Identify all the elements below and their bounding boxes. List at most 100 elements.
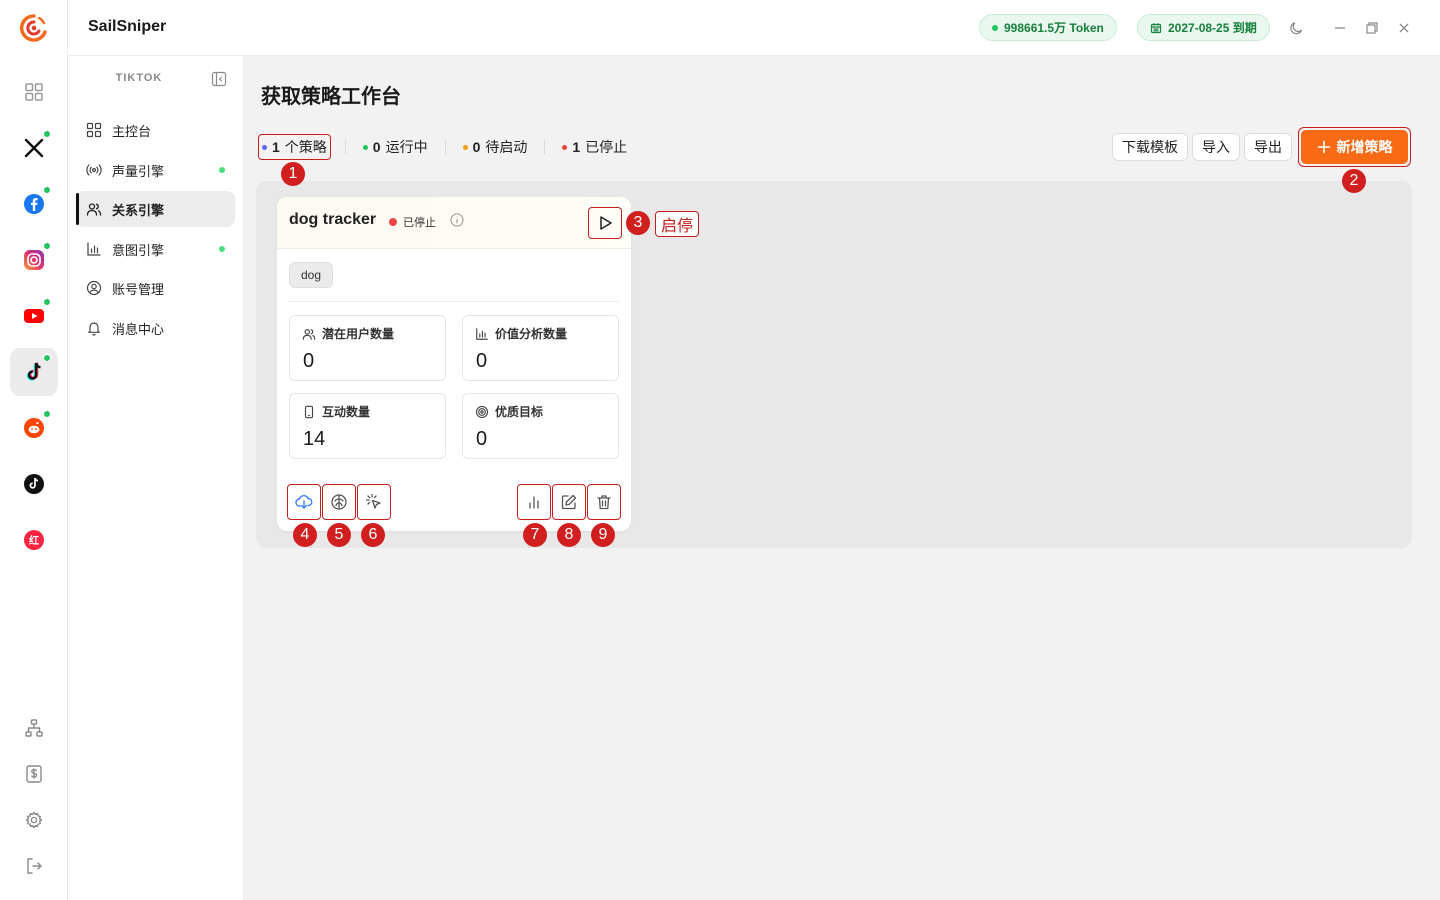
status-dot	[43, 186, 51, 194]
annotation-marker: 4	[293, 523, 317, 547]
start-stop-button[interactable]	[588, 207, 622, 239]
status-dot	[262, 144, 267, 150]
rail-item-reddit[interactable]	[10, 404, 58, 452]
sidebar-item-label: 意图引擎	[112, 242, 165, 258]
annotation-marker: 6	[361, 523, 385, 547]
top-bar: SailSniper 998661.5万 Token 2027-08-25 到期	[68, 0, 1440, 56]
stat-label: 运行中	[385, 139, 428, 155]
stat-stopped[interactable]: 1 已停止	[559, 137, 630, 157]
add-strategy-button[interactable]: 新增策略	[1298, 127, 1411, 167]
status-dot	[562, 144, 568, 150]
rail-item-instagram[interactable]	[10, 236, 58, 284]
edit-icon	[561, 494, 577, 510]
rail-item-x[interactable]	[10, 124, 58, 172]
metric-quality-targets[interactable]: 优质目标 0	[462, 393, 619, 459]
target-icon	[475, 405, 489, 418]
info-icon[interactable]	[449, 212, 465, 228]
metric-interactions[interactable]: 互动数量 14	[289, 393, 446, 459]
statistics-button[interactable]	[517, 484, 551, 520]
sidebar-collapse-icon[interactable]	[211, 71, 227, 87]
theme-moon-icon[interactable]	[1287, 18, 1307, 38]
cursor-click-icon	[365, 493, 381, 509]
divider	[544, 140, 546, 154]
rail-item-tiktok-alt[interactable]	[10, 460, 58, 508]
metric-value: 0	[303, 350, 315, 372]
xiaohongshu-logo-text: 红	[29, 536, 39, 547]
sidebar-item-label: 账号管理	[112, 281, 165, 297]
edit-button[interactable]	[552, 484, 586, 520]
delete-button[interactable]	[587, 484, 621, 520]
bar-chart-icon	[529, 496, 539, 509]
bar-chart-icon	[476, 327, 488, 340]
annotation-marker: 8	[557, 523, 581, 547]
metric-value: 14	[303, 428, 326, 450]
sidebar-item-message-center[interactable]: 消息中心	[76, 310, 235, 346]
grid-icon	[25, 83, 43, 101]
plus-icon	[1317, 140, 1330, 154]
stat-total-strategies[interactable]: 1 个策略	[258, 134, 331, 160]
status-dot	[219, 167, 225, 173]
metric-label: 潜在用户数量	[322, 327, 395, 341]
trash-icon	[597, 495, 611, 510]
stat-label: 已停止	[585, 139, 628, 155]
metric-label: 互动数量	[322, 405, 371, 419]
sidebar-item-relationship-engine[interactable]: 关系引擎	[76, 191, 235, 227]
rail-item-youtube[interactable]	[10, 292, 58, 340]
rail-item-xiaohongshu[interactable]: 红	[10, 516, 58, 564]
expire-date-text: 2027-08-25 到期	[1168, 21, 1257, 35]
token-balance-badge[interactable]: 998661.5万 Token	[979, 14, 1117, 41]
export-button[interactable]: 导出	[1244, 133, 1292, 161]
status-dot	[462, 144, 468, 150]
metric-potential-users[interactable]: 潜在用户数量 0	[289, 315, 446, 381]
import-button[interactable]: 导入	[1192, 133, 1240, 161]
metric-value-analysis[interactable]: 价值分析数量 0	[462, 315, 619, 381]
close-icon[interactable]	[1394, 18, 1414, 38]
strategy-card: dog tracker 已停止 dog 潜在用户数量 0 价值分析数量 0 互动…	[277, 197, 631, 531]
sidebar-item-dashboard[interactable]: 主控台	[76, 112, 235, 148]
platform-title: TIKTOK	[115, 72, 163, 84]
rail-item-tiktok[interactable]	[10, 348, 58, 396]
logout-icon[interactable]	[22, 854, 46, 878]
download-template-button[interactable]: 下载模板	[1112, 133, 1188, 161]
token-balance-text: 998661.5万 Token	[1004, 21, 1104, 35]
sidebar-item-volume-engine[interactable]: 声量引擎	[76, 152, 235, 188]
metric-label-row: 潜在用户数量	[302, 325, 394, 342]
sidebar-item-label: 声量引擎	[112, 163, 165, 179]
x-logo-icon	[24, 138, 44, 158]
auto-click-button[interactable]	[357, 484, 391, 520]
metric-label: 优质目标	[495, 405, 544, 419]
sidebar-item-intent-engine[interactable]: 意图引擎	[76, 231, 235, 267]
annotation-callout: 启停	[655, 211, 700, 237]
reddit-logo-icon	[24, 418, 44, 438]
sidebar-item-account-management[interactable]: 账号管理	[76, 270, 235, 306]
billing-icon[interactable]	[22, 762, 46, 786]
expire-date-badge[interactable]: 2027-08-25 到期	[1137, 14, 1270, 41]
divider	[344, 140, 346, 154]
settings-gear-icon[interactable]	[22, 808, 46, 832]
divider	[289, 301, 619, 302]
instagram-logo-icon	[24, 250, 44, 270]
divider	[444, 140, 446, 154]
org-chart-icon[interactable]	[22, 716, 46, 740]
ai-brain-button[interactable]	[322, 484, 356, 520]
phone-icon	[304, 405, 314, 418]
restore-window-icon[interactable]	[1362, 18, 1382, 38]
minimize-icon[interactable]	[1330, 18, 1350, 38]
status-dot	[43, 242, 51, 250]
stat-pending[interactable]: 0 待启动	[460, 137, 531, 157]
rail-item-facebook[interactable]	[10, 180, 58, 228]
sidebar-item-label: 消息中心	[112, 321, 165, 337]
status-dot	[219, 246, 225, 252]
calendar-icon	[1150, 22, 1162, 33]
bar-chart-icon	[87, 242, 101, 256]
status-dot	[43, 410, 51, 418]
stat-running[interactable]: 0 运行中	[360, 137, 431, 157]
stat-count: 0	[372, 139, 381, 155]
play-icon	[600, 216, 612, 230]
metric-value: 0	[476, 428, 488, 450]
add-strategy-button-face[interactable]: 新增策略	[1301, 130, 1408, 164]
brain-icon	[331, 494, 347, 510]
grid-icon	[86, 122, 102, 138]
rail-item-dashboard[interactable]	[10, 68, 58, 116]
cloud-download-button[interactable]	[287, 484, 321, 520]
